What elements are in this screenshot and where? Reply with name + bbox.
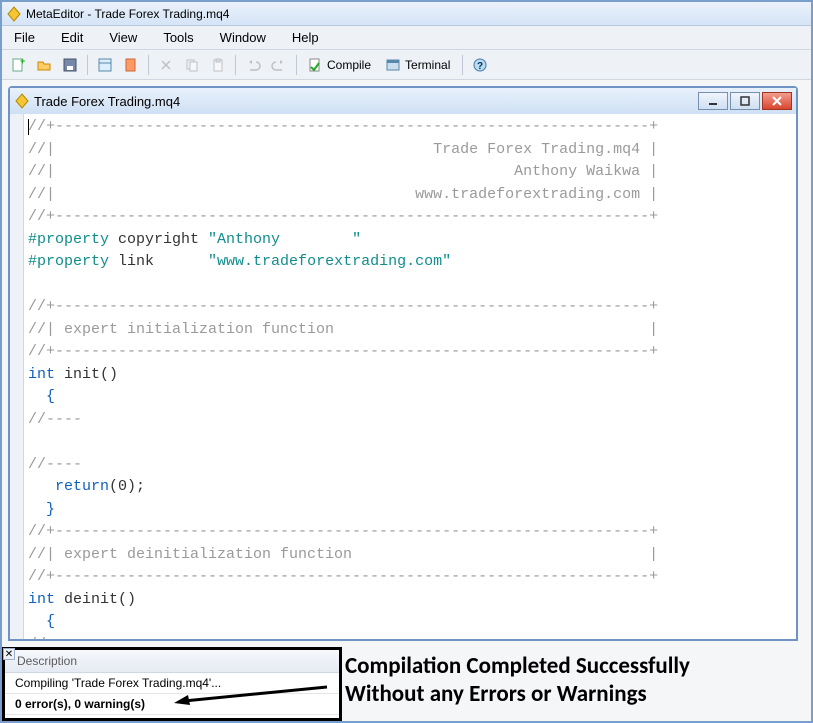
open-file-icon[interactable] [32,53,56,77]
document-window: Trade Forex Trading.mq4 //+-------------… [8,86,798,641]
panel-close-icon[interactable]: ✕ [3,648,15,660]
annotation-text: Compilation Completed Successfully Witho… [345,652,690,710]
toolbar-separator [87,55,88,75]
menu-view[interactable]: View [101,28,145,47]
annotation-line-2: Without any Errors or Warnings [345,680,690,709]
toolbar-separator [462,55,463,75]
document-title: Trade Forex Trading.mq4 [34,94,180,109]
annotation-line-1: Compilation Completed Successfully [345,652,690,681]
terminal-button[interactable]: Terminal [380,53,457,77]
menu-tools[interactable]: Tools [155,28,201,47]
paste-icon [206,53,230,77]
svg-text:+: + [20,57,25,66]
terminal-label: Terminal [405,58,450,72]
compile-button[interactable]: Compile [302,53,378,77]
toolbox-icon[interactable] [119,53,143,77]
cut-icon [154,53,178,77]
app-titlebar[interactable]: MetaEditor - Trade Forex Trading.mq4 [2,2,811,26]
new-file-icon[interactable]: + [6,53,30,77]
menu-window[interactable]: Window [212,28,274,47]
navigator-icon[interactable] [93,53,117,77]
minimize-button[interactable] [698,92,728,110]
compile-status-row[interactable]: Compiling 'Trade Forex Trading.mq4'... [5,673,339,694]
mdi-area: Trade Forex Trading.mq4 //+-------------… [2,80,811,721]
editor-gutter [10,114,24,639]
panel-header: Description [5,650,339,673]
compiler-output-panel: ✕ Description Compiling 'Trade Forex Tra… [2,647,342,721]
menu-help[interactable]: Help [284,28,327,47]
save-icon[interactable] [58,53,82,77]
code-editor[interactable]: //+-------------------------------------… [10,114,796,639]
copy-icon [180,53,204,77]
redo-icon [267,53,291,77]
app-window: MetaEditor - Trade Forex Trading.mq4 Fil… [0,0,813,723]
window-buttons [698,92,792,110]
document-titlebar[interactable]: Trade Forex Trading.mq4 [10,88,796,114]
toolbar-separator [235,55,236,75]
app-icon [6,6,22,22]
close-button[interactable] [762,92,792,110]
maximize-button[interactable] [730,92,760,110]
undo-icon [241,53,265,77]
compile-label: Compile [327,58,371,72]
toolbar: + Compile Terminal ? [2,50,811,80]
app-title: MetaEditor - Trade Forex Trading.mq4 [26,7,229,21]
help-icon[interactable]: ? [468,53,492,77]
toolbar-separator [296,55,297,75]
toolbar-separator [148,55,149,75]
menu-edit[interactable]: Edit [53,28,91,47]
document-icon [14,93,30,109]
menubar: File Edit View Tools Window Help [2,26,811,50]
menu-file[interactable]: File [6,28,43,47]
code-content[interactable]: //+-------------------------------------… [24,114,796,639]
svg-text:?: ? [477,61,483,72]
compile-result-row[interactable]: 0 error(s), 0 warning(s) [5,694,339,715]
